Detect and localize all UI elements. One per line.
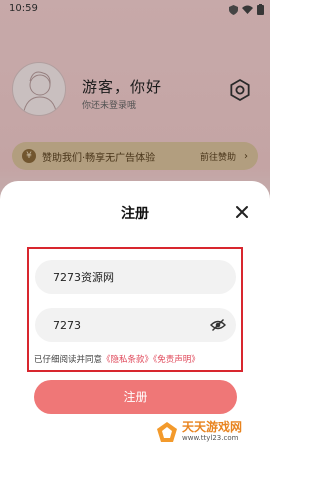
password-field[interactable] — [35, 308, 236, 342]
watermark-url: www.ttyl23.com — [182, 434, 239, 442]
agreement-text: 已仔细阅读并同意《隐私条款》《免责声明》 — [34, 353, 200, 365]
eye-off-icon[interactable] — [210, 317, 226, 333]
watermark-title: 天天游戏网 — [182, 420, 243, 434]
password-input[interactable] — [35, 318, 236, 332]
watermark-logo-icon — [157, 421, 177, 442]
username-input[interactable] — [35, 270, 236, 284]
watermark: 天天游戏网 www.ttyl23.com — [156, 420, 242, 443]
sheet-title: 注册 — [121, 206, 149, 222]
privacy-link[interactable]: 《隐私条款》 — [102, 355, 153, 365]
register-button[interactable]: 注册 — [34, 380, 237, 414]
agreement-prefix: 已仔细阅读并同意 — [34, 355, 103, 365]
disclaimer-link[interactable]: 《免责声明》 — [153, 355, 200, 365]
close-icon[interactable] — [235, 205, 249, 219]
username-field[interactable] — [35, 260, 236, 294]
